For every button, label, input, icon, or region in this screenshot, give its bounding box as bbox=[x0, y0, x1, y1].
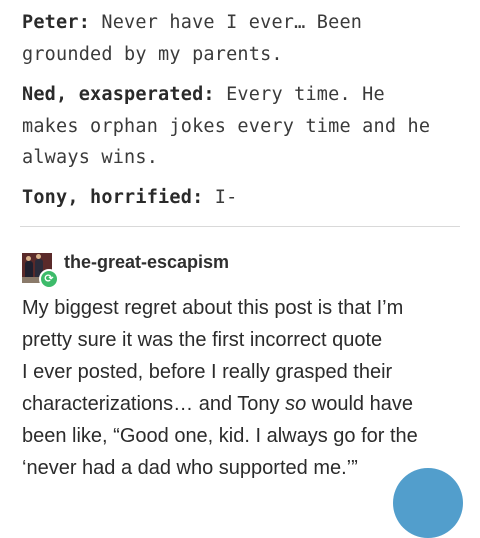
quote-text: I- bbox=[203, 187, 238, 208]
quote-line: Ned, exasperated: Every time. He bbox=[22, 84, 385, 105]
reblog-icon: ⟳ bbox=[39, 269, 59, 289]
quote-text: always wins. bbox=[22, 147, 159, 168]
quote-text: makes orphan jokes every time and he bbox=[22, 116, 431, 137]
comment-line: characterizations… and Tony so would hav… bbox=[22, 393, 413, 416]
floating-action-button[interactable] bbox=[393, 468, 463, 538]
comment-line: My biggest regret about this post is tha… bbox=[22, 297, 404, 319]
quote-text: Every time. He bbox=[214, 84, 385, 105]
speaker-name: Peter: bbox=[22, 12, 91, 33]
comment-line: been like, “Good one, kid. I always go f… bbox=[22, 425, 418, 447]
comment-line: pretty sure it was the first incorrect q… bbox=[22, 329, 383, 351]
emphasis-text: so bbox=[285, 393, 307, 415]
quote-line: Peter: Never have I ever… Been bbox=[22, 12, 362, 33]
quote-line: makes orphan jokes every time and he bbox=[22, 116, 430, 137]
quote-line: grounded by my parents. bbox=[22, 44, 283, 65]
speaker-name: Ned, exasperated: bbox=[22, 84, 215, 105]
speaker-name: Tony, horrified: bbox=[22, 187, 204, 208]
quote-line: always wins. bbox=[22, 147, 158, 168]
comment-text: characterizations… and Tony bbox=[22, 393, 286, 415]
quote-text: grounded by my parents. bbox=[22, 44, 283, 65]
username-link[interactable]: the-great-escapism bbox=[64, 252, 229, 273]
post-divider bbox=[20, 226, 460, 227]
quote-line: Tony, horrified: I- bbox=[22, 187, 237, 208]
quote-text: Never have I ever… Been bbox=[90, 12, 363, 33]
comment-line: I ever posted, before I really grasped t… bbox=[22, 361, 393, 383]
comment-line: ‘never had a dad who supported me.’” bbox=[22, 457, 358, 479]
comment-text: would have bbox=[306, 393, 413, 415]
